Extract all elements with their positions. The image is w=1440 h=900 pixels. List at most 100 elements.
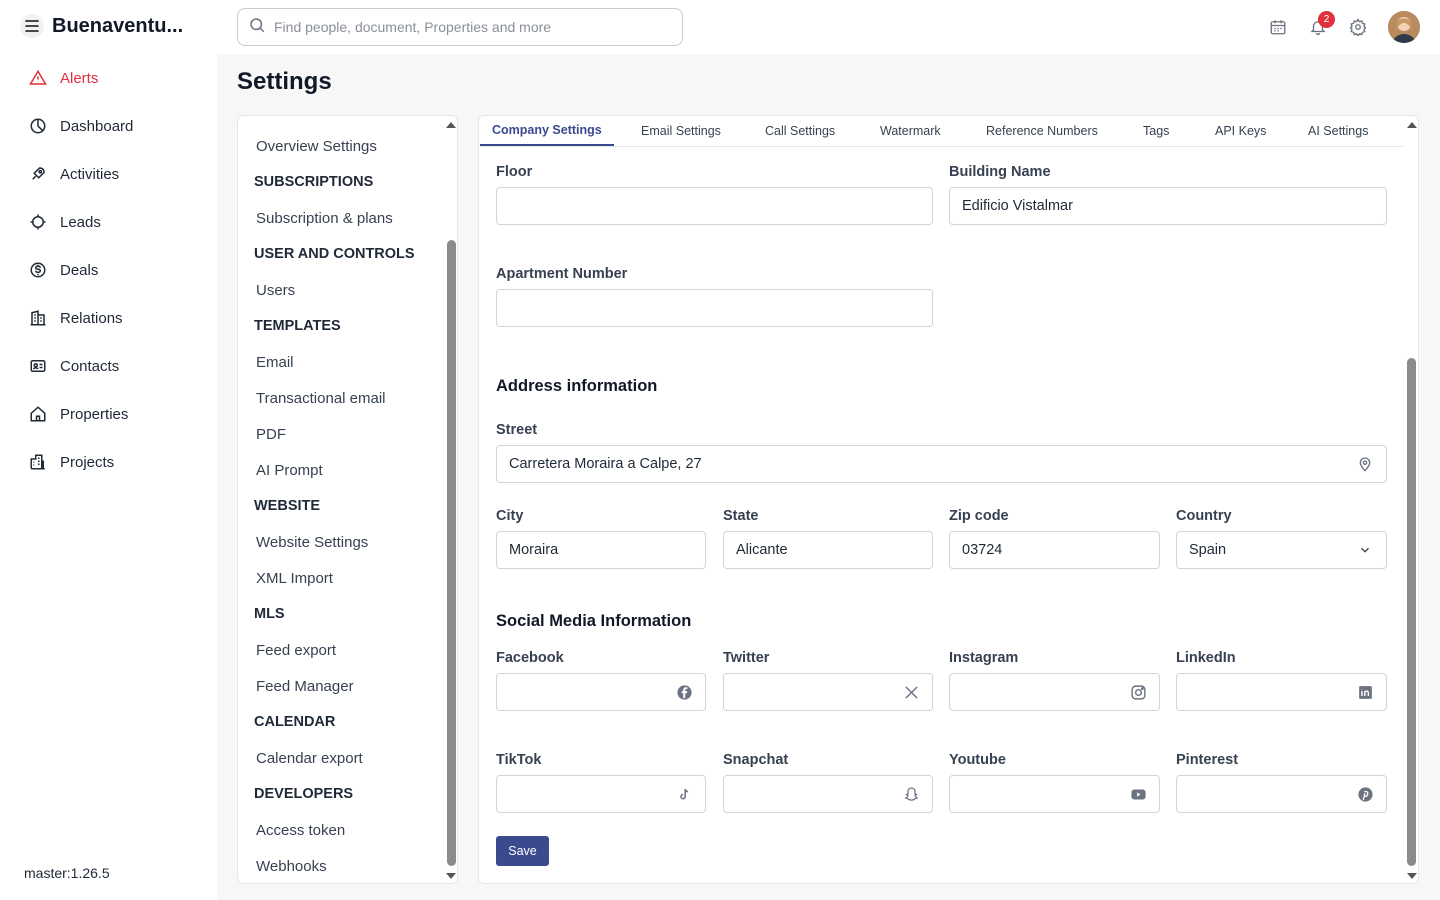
scroll-up-arrow[interactable] xyxy=(446,122,456,128)
scrollbar-thumb[interactable] xyxy=(1407,358,1416,866)
tab-call-settings[interactable]: Call Settings xyxy=(765,116,835,146)
settings-item-overview[interactable]: Overview Settings xyxy=(238,128,443,164)
instagram-field[interactable] xyxy=(949,673,1160,711)
top-bar: 2 xyxy=(217,0,1440,54)
settings-item-website-settings[interactable]: Website Settings xyxy=(238,524,443,560)
gear-icon[interactable] xyxy=(1348,17,1368,37)
nav-label: Leads xyxy=(60,213,101,231)
pie-chart-icon xyxy=(28,116,48,136)
tab-email-settings[interactable]: Email Settings xyxy=(641,116,721,146)
tab-company-settings[interactable]: Company Settings xyxy=(480,116,614,146)
nav-label: Deals xyxy=(60,261,99,279)
apartment-number-input[interactable] xyxy=(509,300,932,316)
calendar-icon[interactable] xyxy=(1268,17,1288,37)
target-icon xyxy=(28,212,48,232)
version-label: master:1.26.5 xyxy=(24,865,110,881)
nav-item-projects[interactable]: Projects xyxy=(0,438,217,486)
tiktok-label: TikTok xyxy=(496,752,542,768)
settings-item-subscription-plans[interactable]: Subscription & plans xyxy=(238,200,443,236)
country-label: Country xyxy=(1176,508,1232,524)
avatar[interactable] xyxy=(1388,11,1420,43)
nav-item-contacts[interactable]: Contacts xyxy=(0,342,217,390)
nav-item-properties[interactable]: Properties xyxy=(0,390,217,438)
settings-item-webhooks[interactable]: Webhooks xyxy=(238,848,443,883)
apartment-number-field[interactable] xyxy=(496,289,933,327)
twitter-label: Twitter xyxy=(723,650,770,666)
state-input[interactable] xyxy=(736,542,932,558)
settings-menu-scrollbar[interactable] xyxy=(441,116,457,883)
settings-heading-calendar: CALENDAR xyxy=(254,714,336,730)
nav-label: Dashboard xyxy=(60,117,134,135)
snapchat-field[interactable] xyxy=(723,775,933,813)
settings-item-pdf[interactable]: PDF xyxy=(238,416,443,452)
settings-item-access-token[interactable]: Access token xyxy=(238,812,443,848)
settings-item-users[interactable]: Users xyxy=(238,272,443,308)
facebook-field[interactable] xyxy=(496,673,706,711)
search-input[interactable] xyxy=(274,19,654,35)
panel-scrollbar[interactable] xyxy=(1402,116,1418,883)
nav-item-alerts[interactable]: Alerts xyxy=(0,54,217,102)
rocket-icon xyxy=(28,164,48,184)
settings-item-email[interactable]: Email xyxy=(238,344,443,380)
save-button[interactable]: Save xyxy=(496,836,549,866)
map-pin-icon[interactable] xyxy=(1356,455,1374,473)
settings-item-ai-prompt[interactable]: AI Prompt xyxy=(238,452,443,488)
youtube-field[interactable] xyxy=(949,775,1160,813)
street-field[interactable] xyxy=(496,445,1387,483)
facebook-icon xyxy=(675,683,693,701)
search-icon xyxy=(248,16,266,39)
nav-item-leads[interactable]: Leads xyxy=(0,198,217,246)
scroll-down-arrow[interactable] xyxy=(1407,873,1417,879)
building-name-label: Building Name xyxy=(949,164,1051,180)
apartment-number-label: Apartment Number xyxy=(496,266,628,282)
floor-field[interactable] xyxy=(496,187,933,225)
notification-badge: 2 xyxy=(1318,11,1335,28)
settings-item-calendar-export[interactable]: Calendar export xyxy=(238,740,443,776)
street-input[interactable] xyxy=(509,456,1386,472)
city-input[interactable] xyxy=(509,542,705,558)
brand: Buenaventu... xyxy=(20,14,183,38)
menu-icon[interactable] xyxy=(20,14,44,38)
home-icon xyxy=(28,404,48,424)
building-name-field[interactable] xyxy=(949,187,1387,225)
linkedin-field[interactable] xyxy=(1176,673,1387,711)
floor-input[interactable] xyxy=(509,198,932,214)
nav-label: Activities xyxy=(60,165,120,183)
nav-item-activities[interactable]: Activities xyxy=(0,150,217,198)
bell-icon[interactable]: 2 xyxy=(1308,11,1335,37)
zip-code-field[interactable] xyxy=(949,531,1160,569)
tab-watermark[interactable]: Watermark xyxy=(880,116,941,146)
tab-ai-settings[interactable]: AI Settings xyxy=(1308,116,1368,146)
state-field[interactable] xyxy=(723,531,933,569)
linkedin-icon xyxy=(1356,683,1374,701)
pinterest-icon xyxy=(1356,785,1374,803)
nav-item-deals[interactable]: Deals xyxy=(0,246,217,294)
tab-api-keys[interactable]: API Keys xyxy=(1215,116,1266,146)
search-box[interactable] xyxy=(237,8,683,46)
city-field[interactable] xyxy=(496,531,706,569)
settings-heading-website: WEBSITE xyxy=(254,498,321,514)
settings-item-feed-manager[interactable]: Feed Manager xyxy=(238,668,443,704)
zip-code-input[interactable] xyxy=(962,542,1159,558)
tiktok-field[interactable] xyxy=(496,775,706,813)
nav-item-dashboard[interactable]: Dashboard xyxy=(0,102,217,150)
country-select[interactable]: Spain xyxy=(1176,531,1387,569)
instagram-label: Instagram xyxy=(949,650,1019,666)
buildings-icon xyxy=(28,452,48,472)
tab-reference-numbers[interactable]: Reference Numbers xyxy=(986,116,1098,146)
settings-heading-developers: DEVELOPERS xyxy=(254,786,354,802)
scroll-down-arrow[interactable] xyxy=(446,873,456,879)
pinterest-field[interactable] xyxy=(1176,775,1387,813)
twitter-field[interactable] xyxy=(723,673,933,711)
settings-item-xml-import[interactable]: XML Import xyxy=(238,560,443,596)
address-section-title: Address information xyxy=(496,377,658,395)
instagram-icon xyxy=(1129,683,1147,701)
building-name-input[interactable] xyxy=(962,198,1386,214)
scroll-up-arrow[interactable] xyxy=(1407,122,1417,128)
scrollbar-thumb[interactable] xyxy=(447,240,456,866)
tab-tags[interactable]: Tags xyxy=(1143,116,1169,146)
settings-item-transactional-email[interactable]: Transactional email xyxy=(238,380,443,416)
linkedin-label: LinkedIn xyxy=(1176,650,1236,666)
settings-item-feed-export[interactable]: Feed export xyxy=(238,632,443,668)
nav-item-relations[interactable]: Relations xyxy=(0,294,217,342)
